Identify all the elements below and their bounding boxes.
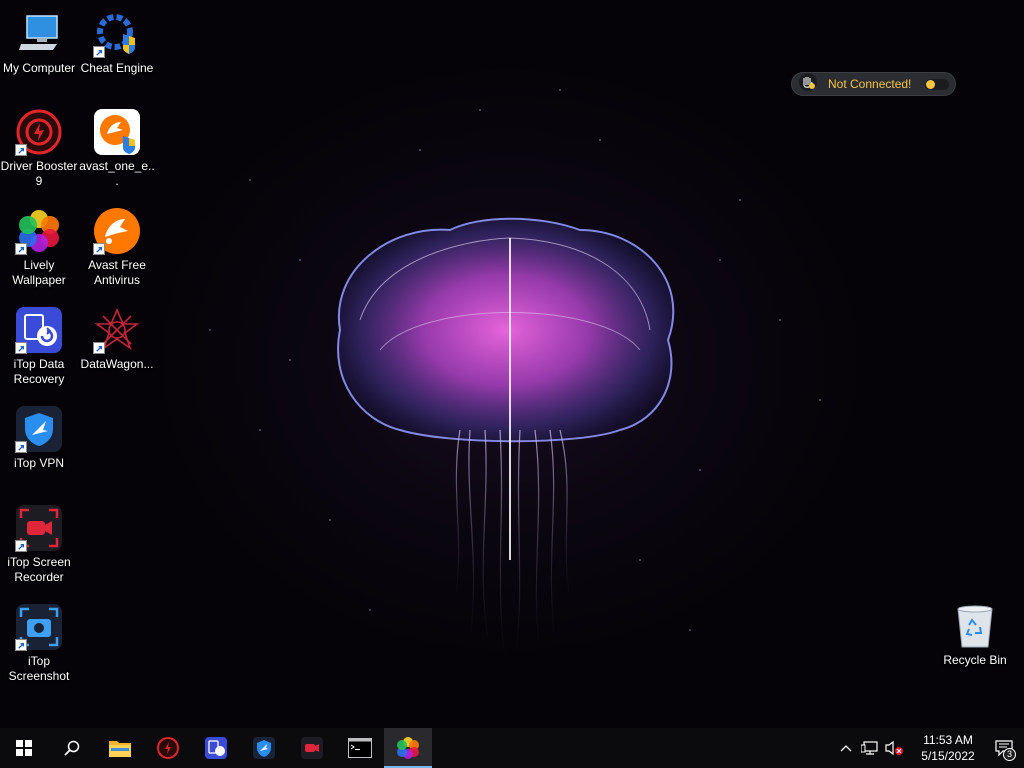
shortcut-arrow-icon xyxy=(15,639,27,651)
volume-button[interactable] xyxy=(882,728,906,768)
avast-antivirus-icon xyxy=(93,207,141,255)
taskbar-file-explorer[interactable] xyxy=(96,728,144,768)
vpn-hand-icon xyxy=(798,72,818,96)
start-button[interactable] xyxy=(0,728,48,768)
avast-one-icon xyxy=(93,108,141,156)
taskbar-clock[interactable]: 11:53 AM 5/15/2022 xyxy=(912,732,984,764)
desktop-icon-lively-wallpaper[interactable]: Lively Wallpaper xyxy=(0,205,78,288)
volume-muted-icon xyxy=(885,740,903,756)
taskbar-itop-vpn[interactable] xyxy=(240,728,288,768)
clock-date: 5/15/2022 xyxy=(921,749,975,763)
desktop-icon-itop-vpn[interactable]: iTop VPN xyxy=(0,403,78,471)
desktop-icon-itop-data-recovery[interactable]: iTop Data Recovery xyxy=(0,304,78,387)
desktop-icon-label: iTop Screenshot xyxy=(8,654,70,683)
recycle-bin-icon xyxy=(951,602,999,650)
lively-wallpaper-icon xyxy=(15,207,63,255)
desktop-icon-label: iTop Data Recovery xyxy=(13,357,65,386)
desktop-icon-label: iTop Screen Recorder xyxy=(7,555,71,584)
network-icon xyxy=(861,741,878,755)
desktop-icon-driver-booster[interactable]: Driver Booster 9 xyxy=(0,106,78,189)
itop-data-recovery-icon xyxy=(15,306,63,354)
show-hidden-icons-button[interactable] xyxy=(834,728,858,768)
taskbar: 11:53 AM 5/15/2022 3 xyxy=(0,728,1024,768)
desktop-icon-label: DataWagon... xyxy=(80,357,154,371)
shortcut-arrow-icon xyxy=(15,342,27,354)
notification-count-badge: 3 xyxy=(1003,748,1016,761)
itop-screen-recorder-icon xyxy=(15,504,63,552)
shortcut-arrow-icon xyxy=(93,46,105,58)
shortcut-arrow-icon xyxy=(93,243,105,255)
vpn-connect-toggle[interactable] xyxy=(925,79,949,90)
windows-logo-icon xyxy=(16,740,32,756)
itop-screen-recorder-icon xyxy=(301,737,323,759)
desktop-icon-label: Lively Wallpaper xyxy=(12,258,66,287)
driver-booster-icon xyxy=(157,737,179,759)
taskbar-lively-wallpaper[interactable] xyxy=(384,728,432,768)
computer-icon xyxy=(15,10,63,58)
desktop-icon-label: Driver Booster 9 xyxy=(0,159,78,188)
command-prompt-icon xyxy=(348,738,372,758)
vpn-status-text: Not Connected! xyxy=(828,77,912,91)
desktop-icon-itop-screen-recorder[interactable]: iTop Screen Recorder xyxy=(0,502,78,585)
desktop-icon-label: iTop VPN xyxy=(13,456,65,470)
taskbar-command-prompt[interactable] xyxy=(336,728,384,768)
shortcut-arrow-icon xyxy=(15,540,27,552)
itop-data-recovery-icon xyxy=(205,737,227,759)
folder-icon xyxy=(109,741,131,757)
taskbar-itop-screen-recorder[interactable] xyxy=(288,728,336,768)
datawagon-icon xyxy=(93,306,141,354)
itop-screenshot-icon xyxy=(15,603,63,651)
desktop-icon-itop-screenshot[interactable]: iTop Screenshot xyxy=(0,601,78,684)
chevron-up-icon xyxy=(840,745,852,752)
desktop-icon-label: Recycle Bin xyxy=(943,653,1007,667)
itop-vpn-icon xyxy=(253,737,275,759)
desktop-icon-label: Cheat Engine xyxy=(80,61,154,75)
desktop-icon-label: Avast Free Antivirus xyxy=(88,258,146,287)
action-center-button[interactable]: 3 xyxy=(984,728,1024,768)
taskbar-itop-data-recovery[interactable] xyxy=(192,728,240,768)
taskbar-driver-booster[interactable] xyxy=(144,728,192,768)
vpn-status-widget[interactable]: Not Connected! xyxy=(791,72,956,96)
cheat-engine-icon xyxy=(93,10,141,58)
lively-wallpaper-icon xyxy=(397,737,419,759)
system-tray: 11:53 AM 5/15/2022 3 xyxy=(834,728,1024,768)
desktop-icon-avast-antivirus[interactable]: Avast Free Antivirus xyxy=(78,205,156,288)
shortcut-arrow-icon xyxy=(93,342,105,354)
desktop-icon-datawagon[interactable]: DataWagon... xyxy=(78,304,156,372)
desktop-icon-label: avast_one_e... xyxy=(79,159,155,188)
desktop-icon-recycle-bin[interactable]: Recycle Bin xyxy=(936,600,1014,668)
shortcut-arrow-icon xyxy=(15,243,27,255)
desktop-icon-my-computer[interactable]: My Computer xyxy=(0,8,78,76)
shortcut-arrow-icon xyxy=(15,441,27,453)
desktop-icon-label: My Computer xyxy=(2,61,76,75)
desktop-icon-avast-one[interactable]: avast_one_e... xyxy=(78,106,156,189)
shortcut-arrow-icon xyxy=(15,144,27,156)
itop-vpn-icon xyxy=(15,405,63,453)
driver-booster-icon xyxy=(15,108,63,156)
desktop-icon-cheat-engine[interactable]: Cheat Engine xyxy=(78,8,156,76)
search-icon xyxy=(64,740,80,756)
clock-time: 11:53 AM xyxy=(923,733,973,747)
network-button[interactable] xyxy=(858,728,882,768)
search-button[interactable] xyxy=(48,728,96,768)
